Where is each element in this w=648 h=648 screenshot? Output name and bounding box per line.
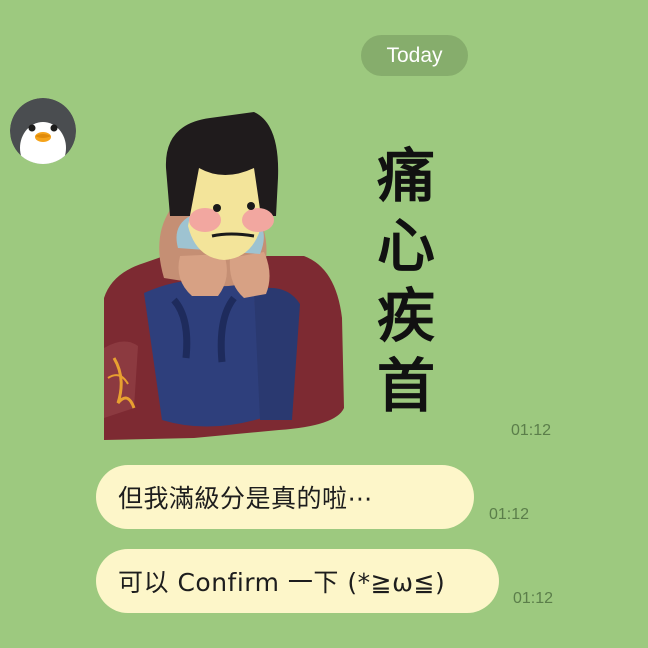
date-divider: Today	[361, 35, 468, 76]
person-covering-face-sticker	[104, 112, 344, 440]
message-timestamp: 01:12	[511, 422, 552, 439]
message-timestamp: 01:12	[489, 506, 530, 523]
caption-char: 疾	[377, 282, 435, 350]
message-timestamp: 01:12	[513, 590, 554, 607]
caption-char: 痛	[377, 142, 435, 210]
contact-avatar[interactable]	[10, 98, 76, 164]
caption-char: 首	[377, 352, 435, 420]
message-text: 但我滿級分是真的啦⋯	[118, 484, 374, 513]
message-bubble[interactable]: 可以 Confirm 一下 (*≧ω≦)	[96, 549, 499, 613]
sticker-message[interactable]: 痛 心 疾 首	[104, 108, 450, 440]
caption-char: 心	[377, 212, 435, 280]
penguin-icon	[10, 98, 76, 164]
sticker-caption: 痛 心 疾 首	[377, 142, 435, 420]
message-text: 可以 Confirm 一下 (*≧ω≦)	[118, 568, 446, 597]
message-bubble[interactable]: 但我滿級分是真的啦⋯	[96, 465, 474, 529]
